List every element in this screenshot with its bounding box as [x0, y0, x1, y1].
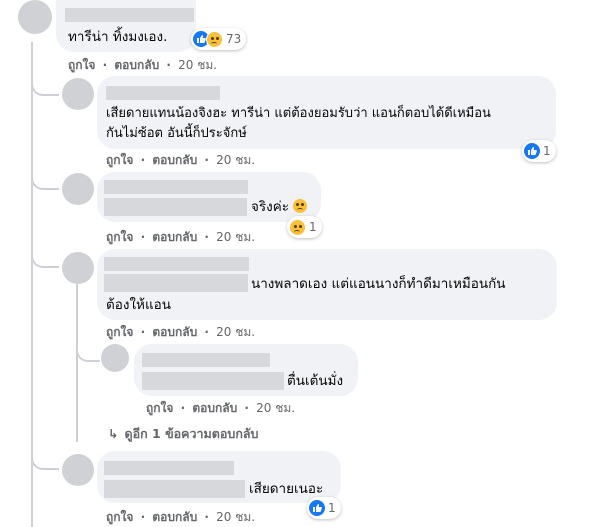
redacted-username[interactable]	[104, 180, 248, 194]
thread-connector	[31, 66, 59, 96]
like-link[interactable]: ถูกใจ	[146, 399, 173, 418]
comment-text: เสียดายเนอะ	[249, 481, 324, 497]
comment-actions: ถูกใจ · ตอบกลับ · 20 ชม.	[106, 323, 255, 342]
redacted-username[interactable]	[65, 8, 194, 22]
comment-text-line: เสียดายแทนน้องจิงฮะ ทารีน่า แต่ต้องยอมรั…	[106, 106, 491, 121]
redacted-username[interactable]	[142, 353, 270, 367]
comment-text-line: นางพลาดเอง แต่แอนนางก็ทำดีมาเหมือนกัน	[251, 276, 506, 292]
sad-face-icon	[206, 30, 223, 48]
redacted-username[interactable]	[104, 461, 234, 475]
avatar[interactable]	[101, 344, 129, 372]
like-link[interactable]: ถูกใจ	[106, 151, 133, 170]
thread-line-nested	[76, 282, 78, 442]
sad-face-icon	[293, 199, 308, 213]
reply-link[interactable]: ตอบกลับ	[192, 399, 237, 418]
reply-link[interactable]: ตอบกลับ	[152, 228, 197, 247]
reaction-badge[interactable]: 1	[307, 497, 341, 519]
timestamp[interactable]: 20 ชม.	[216, 508, 255, 527]
thread-connector	[31, 440, 59, 470]
reply-arrow-icon: ↳	[108, 426, 119, 441]
redacted-text	[104, 480, 245, 498]
timestamp[interactable]: 20 ชม.	[216, 228, 255, 247]
comment-actions: ถูกใจ · ตอบกลับ · 20 ชม.	[106, 151, 255, 170]
redacted-text	[104, 198, 247, 216]
avatar[interactable]	[62, 173, 94, 205]
comment-actions: ถูกใจ · ตอบกลับ · 20 ชม.	[68, 56, 217, 75]
comment-text: จริงค่ะ	[251, 197, 308, 217]
reaction-count: 73	[226, 32, 242, 46]
comment-text: ทารีน่า ทิ้งมงเอง.	[68, 29, 168, 45]
reply-link[interactable]: ตอบกลับ	[114, 56, 159, 75]
reaction-badge[interactable]: 73	[191, 28, 247, 50]
reaction-badge[interactable]: 1	[522, 140, 556, 162]
comment-actions: ถูกใจ · ตอบกลับ · 20 ชม.	[106, 228, 255, 247]
comment-actions: ถูกใจ · ตอบกลับ · 20 ชม.	[106, 508, 255, 527]
view-more-replies-link[interactable]: ↳ ดูอีก 1 ข้อความตอบกลับ	[108, 424, 259, 444]
like-icon	[309, 500, 325, 516]
reply-link[interactable]: ตอบกลับ	[152, 323, 197, 342]
reaction-count: 1	[543, 144, 551, 158]
like-icon	[524, 143, 540, 159]
comment-text-line: กันไม่ซ้อต อันนี้ก็ประจักษ์	[106, 126, 247, 141]
comment-text: ตื่นเต้นมั่ง	[287, 373, 344, 389]
avatar[interactable]	[18, 0, 52, 34]
comment-text-line: ต้องให้แอน	[106, 297, 171, 313]
thread-connector	[76, 334, 100, 362]
like-link[interactable]: ถูกใจ	[106, 323, 133, 342]
redacted-text	[104, 274, 248, 292]
avatar[interactable]	[62, 454, 94, 486]
sad-face-icon	[289, 218, 306, 236]
thread-connector	[31, 238, 59, 268]
comment-actions: ถูกใจ · ตอบกลับ · 20 ชม.	[146, 399, 295, 418]
reaction-count: 1	[328, 501, 336, 515]
reaction-badge[interactable]: 1	[287, 216, 322, 238]
avatar[interactable]	[62, 252, 94, 284]
like-link[interactable]: ถูกใจ	[106, 508, 133, 527]
like-link[interactable]: ถูกใจ	[106, 228, 133, 247]
timestamp[interactable]: 20 ชม.	[216, 151, 255, 170]
avatar[interactable]	[62, 78, 94, 110]
redacted-username[interactable]	[104, 257, 249, 271]
thread-connector	[31, 160, 59, 190]
timestamp[interactable]: 20 ชม.	[178, 56, 217, 75]
redacted-username[interactable]	[106, 86, 220, 100]
redacted-text	[142, 372, 284, 390]
reply-link[interactable]: ตอบกลับ	[152, 508, 197, 527]
timestamp[interactable]: 20 ชม.	[216, 323, 255, 342]
timestamp[interactable]: 20 ชม.	[256, 399, 295, 418]
like-link[interactable]: ถูกใจ	[68, 56, 95, 75]
reply-link[interactable]: ตอบกลับ	[152, 151, 197, 170]
reaction-count: 1	[309, 220, 317, 234]
